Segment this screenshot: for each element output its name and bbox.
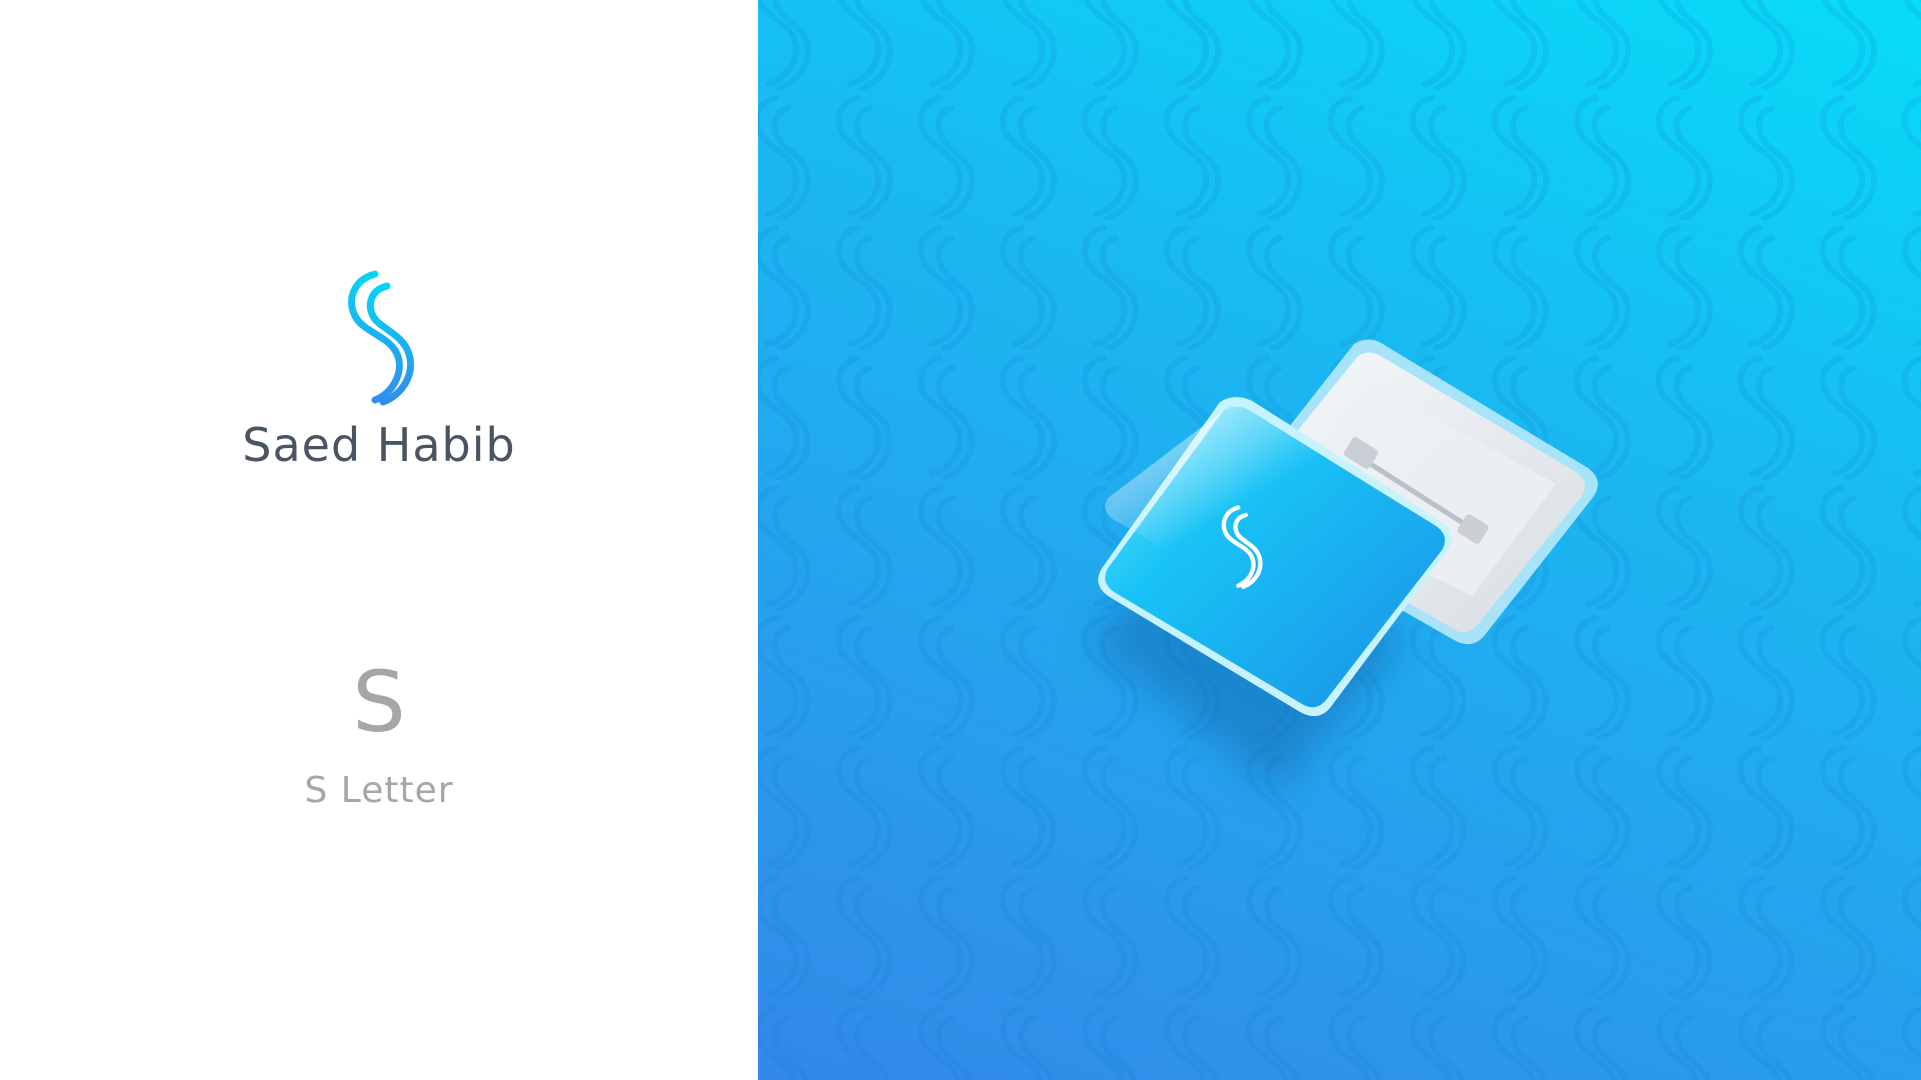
letter-caption: S Letter [304,770,454,811]
s-letter-mark: S [352,653,406,751]
brand-presentation: Saed Habib S S Letter [0,0,1921,1080]
pin-badge-mockup [1088,339,1598,790]
mockup-panel [758,0,1921,1080]
s-monogram-icon [348,270,414,406]
brand-name: Saed Habib [242,418,516,472]
letter-logo: S S Letter [0,660,758,811]
logo-panel: Saed Habib S S Letter [0,0,758,1080]
primary-logo: Saed Habib [0,270,758,472]
